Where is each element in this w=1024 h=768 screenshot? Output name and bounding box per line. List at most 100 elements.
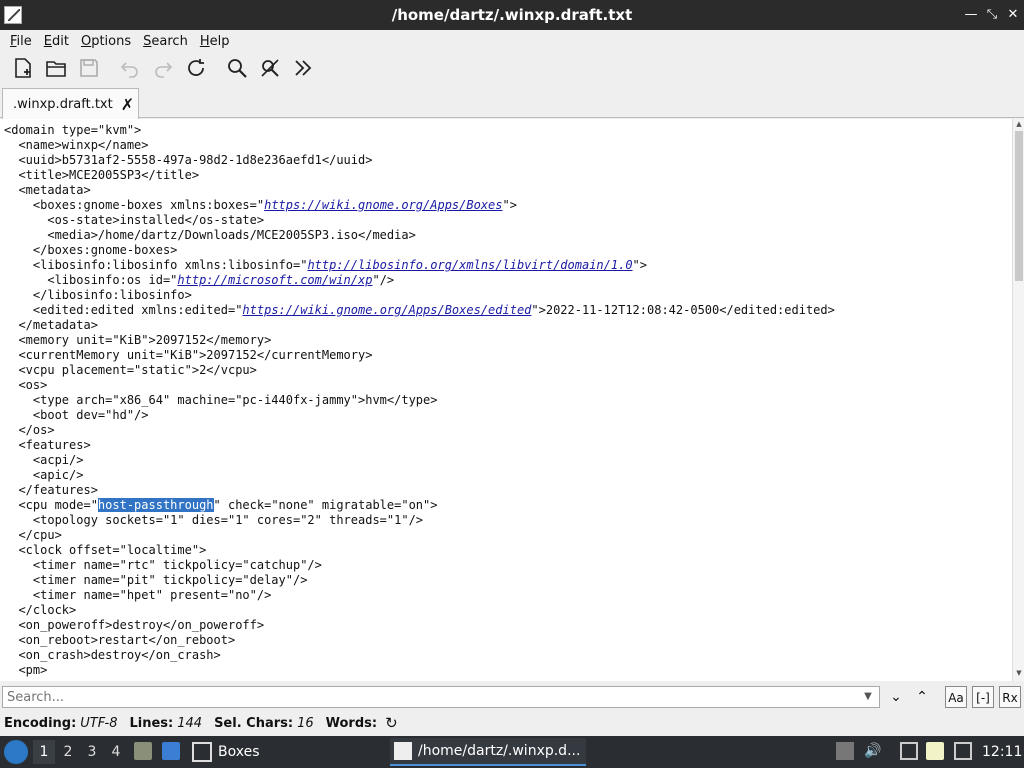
code-line: </libosinfo:libosinfo> xyxy=(4,288,192,302)
updates-icon[interactable] xyxy=(954,742,972,760)
volume-icon[interactable]: 🔊 xyxy=(864,742,882,760)
find-next-button[interactable]: ⌄ xyxy=(885,686,907,708)
new-file-icon xyxy=(15,58,31,78)
window-title: /home/dartz/.winxp.draft.txt xyxy=(391,6,633,24)
code-line: <media>/home/dartz/Downloads/MCE2005SP3.… xyxy=(4,228,416,242)
network-icon[interactable] xyxy=(900,742,918,760)
code-line: <libosinfo:os id=" xyxy=(4,273,178,287)
encoding-value: UTF-8 xyxy=(80,715,118,731)
toolbar xyxy=(0,52,1024,84)
redo-button[interactable] xyxy=(148,54,178,82)
editor-app-icon xyxy=(394,742,412,760)
code-line: </features> xyxy=(4,483,98,497)
menu-search[interactable]: Search xyxy=(137,34,194,49)
lines-value: 144 xyxy=(177,715,203,731)
code-line: </cpu> xyxy=(4,528,62,542)
code-line: <boxes:gnome-boxes xmlns:boxes=" xyxy=(4,198,265,212)
find-button[interactable] xyxy=(222,54,252,82)
find-previous-button[interactable]: ⌃ xyxy=(911,686,933,708)
open-file-button[interactable] xyxy=(41,54,71,82)
code-fragment: "> xyxy=(502,198,517,212)
vertical-scrollbar[interactable]: ▲ ▼ xyxy=(1012,119,1024,681)
task-editor[interactable]: /home/dartz/.winxp.d... xyxy=(390,738,586,766)
more-icon xyxy=(295,60,312,76)
tab-winxp-draft[interactable]: .winxp.draft.txt ✗ xyxy=(2,88,139,119)
code-line: <currentMemory unit="KiB">2097152</curre… xyxy=(4,348,373,362)
search-bar: ▼ ⌄ ⌃ Aa [-] Rx xyxy=(0,684,1024,710)
sel-chars-value: 16 xyxy=(297,715,314,731)
code-line: <memory unit="KiB">2097152</memory> xyxy=(4,333,272,347)
find-icon xyxy=(228,59,247,78)
code-line: <domain type="kvm"> xyxy=(4,123,142,137)
workspace-2[interactable]: 2 xyxy=(57,740,79,764)
scroll-down-icon[interactable]: ▼ xyxy=(1014,669,1024,679)
code-line: <title>MCE2005SP3</title> xyxy=(4,168,200,182)
workspace-3[interactable]: 3 xyxy=(81,740,103,764)
find-replace-icon xyxy=(261,59,279,77)
code-fragment: " check="none" migratable="on"> xyxy=(213,498,438,512)
code-line: <timer name="pit" tickpolicy="delay"/> xyxy=(4,573,308,587)
link-libosinfo[interactable]: http://libosinfo.org/xmlns/libvirt/domai… xyxy=(307,258,632,272)
restore-button[interactable]: ⤡ xyxy=(983,6,1001,24)
start-menu-icon[interactable] xyxy=(4,740,28,764)
tray-clipboard-icon[interactable] xyxy=(836,742,854,760)
code-fragment: "/> xyxy=(372,273,395,287)
undo-icon xyxy=(120,62,138,78)
clock[interactable]: 12:11 xyxy=(982,736,1022,768)
lines-label: Lines: xyxy=(129,715,174,731)
code-text[interactable]: <domain type="kvm"> <name>winxp</name> <… xyxy=(0,119,1012,678)
close-window-button[interactable]: ✕ xyxy=(1004,6,1022,24)
menu-file[interactable]: File xyxy=(4,34,38,49)
taskbar: 1 2 3 4 Boxes /home/dartz/.winxp.d... 🔊 … xyxy=(0,736,1024,768)
scroll-up-icon[interactable]: ▲ xyxy=(1014,120,1024,130)
link-boxes-edited[interactable]: https://wiki.gnome.org/Apps/Boxes/edited xyxy=(242,303,531,317)
new-file-button[interactable] xyxy=(8,54,38,82)
task-boxes-label: Boxes xyxy=(218,744,260,760)
workspace-1[interactable]: 1 xyxy=(33,740,55,764)
code-line: <pm> xyxy=(4,663,48,677)
match-case-toggle[interactable]: Aa xyxy=(945,686,967,708)
code-line: <metadata> xyxy=(4,183,91,197)
words-label: Words: xyxy=(325,715,378,731)
reload-button[interactable] xyxy=(181,54,211,82)
notes-icon[interactable] xyxy=(926,742,944,760)
encoding-label: Encoding: xyxy=(4,715,77,731)
close-tab-icon[interactable]: ✗ xyxy=(121,95,134,114)
code-line: <timer name="hpet" present="no"/> xyxy=(4,588,272,602)
code-line: </boxes:gnome-boxes> xyxy=(4,243,178,257)
file-manager-icon[interactable] xyxy=(134,742,152,760)
task-editor-label: /home/dartz/.winxp.d... xyxy=(418,743,581,759)
save-icon xyxy=(80,59,98,77)
search-history-dropdown-icon[interactable]: ▼ xyxy=(858,687,878,707)
regex-toggle[interactable]: Rx xyxy=(999,686,1021,708)
text-editor[interactable]: <domain type="kvm"> <name>winxp</name> <… xyxy=(0,119,1012,681)
code-fragment: "> xyxy=(632,258,647,272)
save-button[interactable] xyxy=(74,54,104,82)
search-input[interactable] xyxy=(2,686,880,708)
code-line: <apic/> xyxy=(4,468,84,482)
undo-button[interactable] xyxy=(115,54,145,82)
menu-options[interactable]: Options xyxy=(75,34,137,49)
whole-word-toggle[interactable]: [-] xyxy=(972,686,994,708)
code-line: <uuid>b5731af2-5558-497a-98d2-1d8e236aef… xyxy=(4,153,373,167)
find-replace-button[interactable] xyxy=(255,54,285,82)
code-line: <on_reboot>restart</on_reboot> xyxy=(4,633,236,647)
link-microsoft[interactable]: http://microsoft.com/win/xp xyxy=(177,273,372,287)
code-line: <acpi/> xyxy=(4,453,84,467)
refresh-words-icon[interactable]: ↻ xyxy=(385,714,398,732)
link-boxes[interactable]: https://wiki.gnome.org/Apps/Boxes xyxy=(264,198,502,212)
title-bar: /home/dartz/.winxp.draft.txt — ⤡ ✕ xyxy=(0,0,1024,30)
more-tools-button[interactable] xyxy=(288,54,318,82)
reload-icon xyxy=(188,59,204,76)
code-line: <on_poweroff>destroy</on_poweroff> xyxy=(4,618,265,632)
minimize-button[interactable]: — xyxy=(962,6,980,24)
text-selection[interactable]: host-passthrough xyxy=(97,498,214,512)
code-line: <vcpu placement="static">2</vcpu> xyxy=(4,363,257,377)
task-boxes[interactable]: Boxes xyxy=(192,738,260,766)
menu-help[interactable]: Help xyxy=(194,34,236,49)
scrollbar-thumb[interactable] xyxy=(1015,131,1023,281)
desktop-icon[interactable] xyxy=(162,742,180,760)
menu-edit[interactable]: Edit xyxy=(38,34,75,49)
code-line: <features> xyxy=(4,438,91,452)
workspace-4[interactable]: 4 xyxy=(105,740,127,764)
